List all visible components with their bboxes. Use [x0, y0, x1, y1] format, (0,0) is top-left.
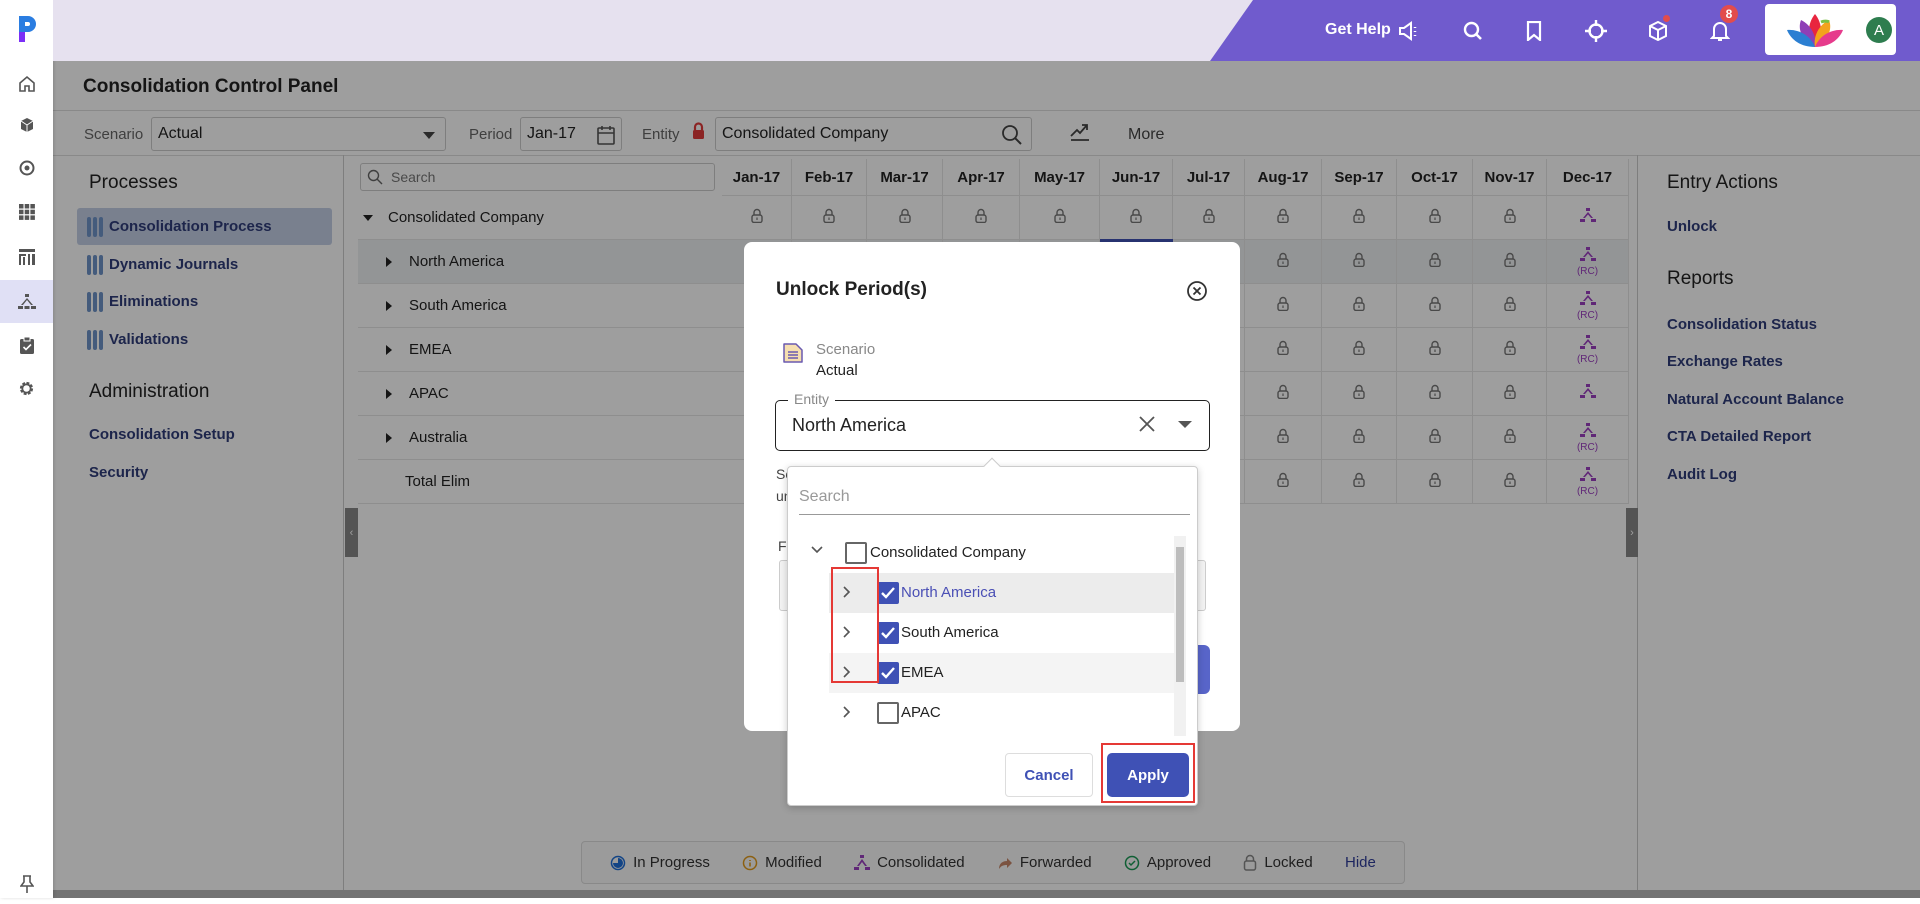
search-icon[interactable] — [1460, 18, 1486, 44]
org-logo-box: A — [1765, 4, 1896, 55]
apply-button[interactable]: Apply — [1107, 753, 1189, 797]
pin-icon[interactable] — [0, 864, 53, 904]
checkbox[interactable] — [877, 582, 899, 604]
avatar[interactable]: A — [1866, 17, 1892, 43]
entity-value: North America — [792, 415, 907, 435]
left-nav-rail — [0, 0, 53, 898]
cube-alert-dot — [1663, 15, 1670, 22]
tree-search-input[interactable]: Search — [799, 483, 1190, 515]
crosshair-icon[interactable] — [1583, 18, 1609, 44]
tree-item-label: APAC — [901, 704, 941, 721]
lotus-logo — [1785, 12, 1845, 53]
modal-title: Unlock Period(s) — [776, 279, 927, 300]
chevron-down-icon[interactable] — [1178, 421, 1192, 428]
bookmark-icon[interactable] — [1521, 18, 1547, 44]
tree-item-emea[interactable]: EMEA — [829, 653, 1174, 693]
cancel-button[interactable]: Cancel — [1005, 753, 1093, 797]
entity-tree-dropdown: Search Consolidated Company North Americ… — [787, 457, 1198, 806]
clipboard-icon[interactable] — [0, 325, 53, 365]
close-icon[interactable] — [1186, 280, 1208, 307]
announcement-icon[interactable] — [1396, 18, 1422, 44]
tree-scrollbar[interactable] — [1174, 536, 1186, 736]
scenario-label: Scenario — [816, 341, 876, 358]
checkbox-root[interactable] — [845, 542, 867, 564]
tree-item-south-america[interactable]: South America — [829, 613, 1174, 653]
building-icon[interactable] — [0, 237, 53, 277]
bell-icon[interactable]: 8 — [1707, 5, 1738, 44]
tree-item-apac[interactable]: APAC — [829, 693, 1174, 733]
gear-icon[interactable] — [0, 368, 53, 408]
field-label: F — [778, 538, 787, 554]
cube-icon[interactable] — [0, 105, 53, 145]
cube-icon[interactable] — [1645, 15, 1671, 44]
app-logo[interactable] — [14, 12, 40, 44]
target-icon[interactable] — [0, 148, 53, 188]
top-bar-actions: Get Help 8 A — [1210, 0, 1920, 61]
entity-floating-label: Entity — [788, 391, 836, 407]
top-bar: Get Help 8 A — [53, 0, 1920, 61]
document-icon — [782, 342, 804, 369]
grid-icon[interactable] — [0, 192, 53, 232]
tree-item-label: North America — [901, 584, 997, 601]
scenario-value: Actual — [816, 362, 858, 379]
tree-item-label: Consolidated Company — [870, 544, 1026, 561]
tree-item-australia[interactable]: Australia — [829, 733, 1174, 735]
checkbox[interactable] — [877, 622, 899, 644]
tree-item-north-america[interactable]: North America — [829, 573, 1174, 613]
notification-badge: 8 — [1720, 5, 1738, 23]
chevron-down-icon[interactable] — [810, 543, 824, 561]
hierarchy-icon[interactable] — [0, 280, 53, 323]
checkbox[interactable] — [877, 702, 899, 724]
tree-item-label: South America — [901, 624, 999, 641]
scrollbar-thumb[interactable] — [1176, 547, 1184, 682]
checkbox[interactable] — [877, 662, 899, 684]
home-icon[interactable] — [0, 64, 53, 104]
tree-item-label: EMEA — [901, 664, 944, 681]
highlight-box — [831, 567, 879, 683]
chevron-right-icon[interactable] — [841, 705, 853, 723]
clear-icon[interactable] — [1138, 415, 1156, 438]
entity-select[interactable]: Entity North America — [775, 391, 1210, 451]
get-help-link[interactable]: Get Help — [1325, 21, 1391, 39]
